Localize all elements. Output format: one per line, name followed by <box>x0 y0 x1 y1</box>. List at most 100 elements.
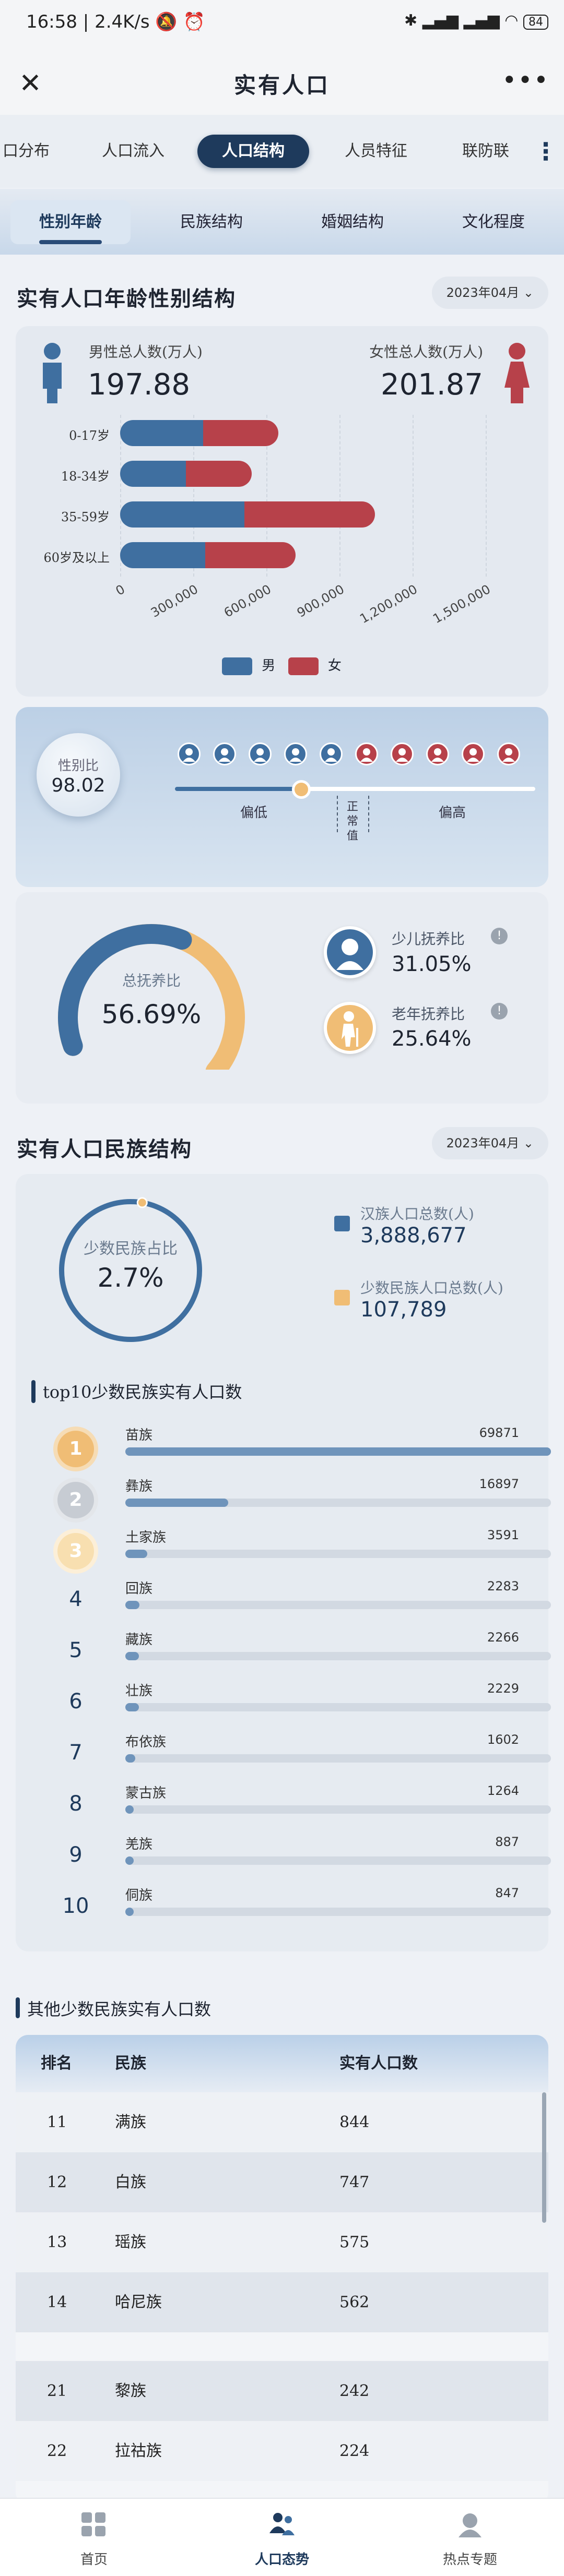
rank-medal-3: 3 <box>57 1533 94 1569</box>
ethnic-bar-fill <box>125 1652 139 1660</box>
status-icons: ✱ ▂▄▆ ▂▄▆ ◠ 84 <box>404 11 548 30</box>
ethnic-name: 苗族 <box>125 1428 153 1443</box>
title-bar: ✕ 实有人口 ••• <box>0 52 564 115</box>
bar-category-label: 35-59岁 <box>61 510 110 524</box>
ethnic-value: 2283 <box>487 1579 519 1593</box>
section-title-ethnic: 实有人口民族结构 <box>17 1137 192 1161</box>
tab-population-distribution[interactable]: 口分布 <box>0 135 57 168</box>
ethnic-bar-track <box>125 1754 551 1763</box>
male-total-label: 男性总人数(万人) <box>89 343 203 361</box>
hot-topic-icon <box>459 2513 481 2537</box>
mute-icon: 🔕 <box>155 11 178 32</box>
ethnic-name: 藏族 <box>125 1632 153 1648</box>
rank-number: 4 <box>69 1587 83 1611</box>
chart-gridline <box>339 415 340 577</box>
alarm-icon: ⏰ <box>183 11 205 32</box>
tab-population-structure[interactable]: 人口结构 <box>197 135 309 168</box>
ethnic-bar-track <box>125 1499 551 1507</box>
chart-legend: 男 女 <box>222 655 342 675</box>
other-ethnic-table: 排名 民族 实有人口数 11 满族 844 12 白族 747 13 瑶族 575 14 哈尼族 56… <box>16 2035 548 2505</box>
more-icon[interactable]: ••• <box>502 66 549 95</box>
ethnic-name: 侗族 <box>125 1888 153 1903</box>
rank-number: 7 <box>69 1741 83 1765</box>
male-person-icon <box>284 742 307 765</box>
ethnic-bar-fill <box>125 1447 551 1456</box>
female-person-icon <box>355 742 378 765</box>
elderly-info-icon[interactable]: ! <box>491 1003 508 1020</box>
other-ethnic-title: 其他少数民族实有人口数 <box>27 1999 212 2019</box>
female-icon <box>504 343 530 403</box>
dependency-gauge <box>58 924 245 1070</box>
ethnic-name: 土家族 <box>125 1530 167 1545</box>
female-total-label: 女性总人数(万人) <box>369 343 483 361</box>
minority-ratio-label: 少数民族占比 <box>84 1240 178 1258</box>
rank-number: 9 <box>69 1843 83 1867</box>
gender-age-card: 男性总人数(万人) 197.88 女性总人数(万人) 201.87 0 300,0… <box>16 326 548 697</box>
nav-home-label: 首页 <box>80 2552 108 2568</box>
nav-home[interactable]: 首页 <box>0 2499 188 2576</box>
ethnic-bar-fill <box>125 1908 134 1916</box>
ethnic-value: 887 <box>495 1835 519 1849</box>
rank-number: 8 <box>69 1792 83 1816</box>
minority-swatch <box>334 1290 350 1305</box>
male-person-icon <box>178 742 201 765</box>
battery-icon: 84 <box>523 15 548 30</box>
table-row: 12 白族 747 <box>16 2152 548 2212</box>
tab-personnel-features[interactable]: 人员特征 <box>329 135 423 168</box>
ethnic-bar-fill <box>125 1754 135 1763</box>
bar-category-label: 60岁及以上 <box>43 550 110 565</box>
bar-male <box>120 542 206 568</box>
date-picker[interactable]: 2023年04月 ⌄ <box>431 277 548 309</box>
cell-population: 224 <box>339 2442 370 2460</box>
ethnic-date-picker[interactable]: 2023年04月 ⌄ <box>431 1127 548 1159</box>
table-row: 21 黎族 242 <box>16 2361 548 2421</box>
table-row <box>16 2332 548 2361</box>
wifi-icon: ◠ <box>504 11 519 30</box>
male-person-icon <box>320 742 343 765</box>
ethnic-bar-track <box>125 1805 551 1814</box>
tab-population-inflow[interactable]: 人口流入 <box>89 135 178 168</box>
female-person-icon <box>391 742 414 765</box>
rank-medal-1: 1 <box>57 1431 94 1467</box>
subtab-gender-age[interactable]: 性别年龄 <box>10 200 131 244</box>
nav-population-trend[interactable]: 人口态势 <box>188 2499 376 2576</box>
more-tabs-icon[interactable]: ⋮ <box>534 136 558 167</box>
bluetooth-icon: ✱ <box>404 11 418 30</box>
sex-ratio-persons <box>178 707 533 770</box>
child-info-icon[interactable]: ! <box>491 928 508 944</box>
normal-range-right <box>368 796 369 832</box>
table-row: 14 哈尼族 562 <box>16 2272 548 2332</box>
nav-hot-topics[interactable]: 热点专题 <box>376 2499 564 2576</box>
female-person-icon <box>426 742 449 765</box>
bar-male <box>120 420 203 446</box>
ethnic-bar-track <box>125 1703 551 1711</box>
nav-hot-topics-label: 热点专题 <box>442 2552 497 2568</box>
main-tabs: 口分布 人口流入 人口结构 人员特征 联防联 ⋮ <box>0 115 564 188</box>
female-total-value: 201.87 <box>381 368 483 402</box>
header-ethnic: 民族 <box>115 2054 146 2072</box>
sex-ratio-value: 98.02 <box>51 775 105 796</box>
signal-icon-2: ▂▄▆ <box>463 11 500 30</box>
table-scrollbar[interactable] <box>542 2092 546 2223</box>
subtab-ethnic[interactable]: 民族结构 <box>151 200 272 244</box>
ethnic-name: 羌族 <box>125 1837 153 1852</box>
cell-ethnic: 黎族 <box>115 2382 146 2400</box>
cell-rank: 22 <box>47 2442 67 2460</box>
ethnic-bar-fill <box>125 1703 139 1711</box>
dependency-ratio-card: 总抚养比 56.69% 少儿抚养比 ! 31.05% 老年抚养比 ! 25.64… <box>16 892 548 1104</box>
bar-female <box>244 501 375 528</box>
subtab-marriage[interactable]: 婚姻结构 <box>292 200 413 244</box>
ratio-high-label: 偏高 <box>439 805 466 821</box>
cell-population: 844 <box>339 2113 370 2131</box>
han-total-value: 3,888,677 <box>360 1224 467 1248</box>
tab-joint-defense[interactable]: 联防联 <box>449 135 522 168</box>
ethnic-bar-track <box>125 1447 551 1456</box>
cell-ethnic: 白族 <box>115 2173 146 2191</box>
age-gender-chart: 0 300,000 600,000 900,000 1,200,000 1,500,000… <box>16 410 548 626</box>
chevron-down-icon: ⌄ <box>523 1136 534 1151</box>
total-dependency-value: 56.69% <box>101 999 202 1029</box>
subtab-education[interactable]: 文化程度 <box>433 200 554 244</box>
rank-number: 10 <box>62 1894 89 1918</box>
table-row: 22 拉祜族 224 <box>16 2421 548 2481</box>
legend-female-label: 女 <box>327 658 342 674</box>
